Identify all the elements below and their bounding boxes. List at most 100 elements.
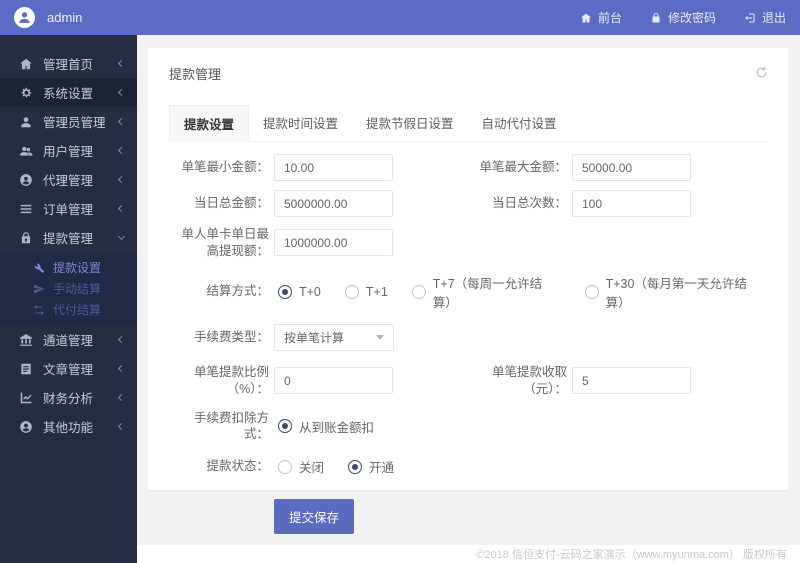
chevron-left-icon: [117, 59, 126, 68]
chevron-left-icon: [117, 422, 126, 431]
withdraw-submenu: 提款设置 手动结算 代付结算: [0, 252, 137, 325]
sidebar-item-label: 代理管理: [43, 174, 94, 188]
topbar-nav: 前台 修改密码 退出: [580, 9, 786, 26]
settlement-option-t1[interactable]: T+1: [344, 284, 388, 299]
tab-withdraw-holiday-settings[interactable]: 提款节假日设置: [352, 105, 468, 142]
chevron-left-icon: [117, 175, 126, 184]
front-site-link[interactable]: 前台: [580, 9, 622, 26]
sidebar-item-dashboard[interactable]: 管理首页: [0, 49, 137, 78]
submenu-item-payment-settlement[interactable]: 代付结算: [0, 299, 137, 320]
min-amount-input[interactable]: [274, 154, 393, 181]
other-user-icon: [19, 420, 33, 434]
orders-list-icon: [19, 202, 33, 216]
footer: ©2018 信恒支付-云码之家演示（www.myunma.com） 版权所有: [137, 545, 800, 563]
bank-icon: [19, 333, 33, 347]
card-daily-max-input[interactable]: [274, 229, 393, 257]
sidebar-item-label: 文章管理: [43, 363, 94, 377]
sidebar-item-other-functions[interactable]: 其他功能: [0, 412, 137, 441]
home-icon: [580, 13, 591, 22]
sidebar-item-channel-management[interactable]: 通道管理: [0, 325, 137, 354]
withdraw-management-card: 提款管理 提款设置 提款时间设置 提款节假日设置 自动代付设置 单笔最小金额： …: [148, 48, 788, 535]
submenu-item-manual-settlement[interactable]: 手动结算: [0, 278, 137, 299]
min-amount-label: 单笔最小金额：: [181, 160, 269, 175]
chevron-left-icon: [117, 364, 126, 373]
chevron-left-icon: [117, 117, 126, 126]
chevron-left-icon: [117, 146, 126, 155]
fee-fixed-label: 单笔提款收取（元）：: [491, 364, 567, 396]
radio-unchecked-icon: [411, 284, 426, 299]
tab-auto-payment-settings[interactable]: 自动代付设置: [468, 105, 571, 142]
user-avatar-icon: [14, 7, 35, 28]
sidebar-item-system-settings[interactable]: 系统设置: [0, 78, 137, 107]
logout-link[interactable]: 退出: [744, 9, 786, 26]
copyright-text: ©2018 信恒支付-云码之家演示（www.myunma.com） 版权所有: [476, 549, 787, 561]
daily-total-input[interactable]: [274, 190, 393, 217]
sidebar-item-withdraw-management[interactable]: 提款管理: [0, 223, 137, 252]
status-label: 提款状态：: [206, 459, 269, 474]
tab-withdraw-time-settings[interactable]: 提款时间设置: [249, 105, 352, 142]
fee-type-selected-value: 按单笔计算: [284, 330, 345, 345]
max-amount-input[interactable]: [572, 154, 691, 181]
sidebar-item-label: 提款管理: [43, 232, 94, 246]
chart-icon: [19, 391, 33, 405]
sidebar-item-label: 通道管理: [43, 334, 94, 348]
withdraw-settings-form: 单笔最小金额： 单笔最大金额： 当日总金额： 当日总次数：: [148, 142, 788, 535]
submenu-item-withdraw-settings[interactable]: 提款设置: [0, 257, 137, 278]
settings-tabs: 提款设置 提款时间设置 提款节假日设置 自动代付设置: [169, 105, 768, 142]
sidebar-item-admin-management[interactable]: 管理员管理: [0, 107, 137, 136]
caret-down-icon: [376, 334, 384, 340]
sidebar-item-user-management[interactable]: 用户管理: [0, 136, 137, 165]
sidebar: 管理首页 系统设置 管理员管理 用户管理 代理管理 订单管理 提款管理 提款设置…: [0, 35, 137, 563]
sidebar-item-label: 其他功能: [43, 421, 94, 435]
gears-icon: [19, 86, 33, 100]
user-menu[interactable]: admin: [14, 7, 82, 28]
settlement-option-t7[interactable]: T+7（每周一允许结算）: [411, 273, 561, 311]
daily-count-input[interactable]: [572, 190, 691, 217]
agent-icon: [19, 173, 33, 187]
lock-icon: [652, 12, 660, 22]
chevron-left-icon: [117, 393, 126, 402]
submenu-item-label: 代付结算: [53, 303, 102, 317]
page-title: 提款管理: [169, 67, 222, 82]
sidebar-item-agent-management[interactable]: 代理管理: [0, 165, 137, 194]
front-site-label: 前台: [597, 11, 622, 25]
chevron-left-icon: [117, 204, 126, 213]
card-daily-max-label: 单人单卡单日最高提现额：: [181, 227, 269, 258]
status-radio-group: 关闭 开通: [278, 457, 418, 476]
admin-user-icon: [19, 115, 33, 129]
radio-checked-icon: [348, 459, 363, 474]
home-icon: [19, 57, 33, 71]
sidebar-item-finance-analysis[interactable]: 财务分析: [0, 383, 137, 412]
status-option-closed[interactable]: 关闭: [278, 457, 324, 476]
chevron-down-icon: [117, 232, 126, 240]
sidebar-item-order-management[interactable]: 订单管理: [0, 194, 137, 223]
fee-type-label: 手续费类型：: [193, 329, 269, 344]
settlement-option-t0[interactable]: T+0: [278, 284, 321, 299]
users-icon: [19, 144, 33, 158]
sidebar-item-article-management[interactable]: 文章管理: [0, 354, 137, 383]
change-password-link[interactable]: 修改密码: [650, 9, 716, 26]
fee-percent-input[interactable]: [274, 367, 393, 395]
fee-deduct-label: 手续费扣除方式：: [193, 410, 269, 442]
withdraw-lock-icon: [19, 231, 33, 245]
send-icon: [33, 283, 45, 295]
radio-unchecked-icon: [278, 459, 292, 474]
max-amount-label: 单笔最大金额：: [479, 160, 567, 175]
tab-withdraw-settings[interactable]: 提款设置: [169, 105, 250, 142]
status-option-open[interactable]: 开通: [348, 457, 394, 476]
chevron-left-icon: [117, 335, 126, 344]
sidebar-item-label: 用户管理: [43, 145, 94, 159]
chevron-left-icon: [117, 88, 126, 97]
fee-fixed-input[interactable]: [572, 367, 691, 395]
radio-unchecked-icon: [584, 284, 599, 299]
submenu-item-label: 提款设置: [53, 261, 102, 275]
topbar: admin 前台 修改密码 退出: [0, 0, 800, 35]
radio-checked-icon: [278, 284, 292, 299]
fee-type-select[interactable]: 按单笔计算: [274, 323, 394, 351]
refresh-icon[interactable]: [755, 66, 768, 82]
wrench-icon: [33, 262, 45, 274]
radio-unchecked-icon: [344, 284, 359, 299]
settlement-radio-group: T+0 T+1 T+7（每周一允许结算） T+30（每月第一天允许结算）: [278, 273, 788, 311]
fee-deduct-option[interactable]: 从到账金额扣: [278, 417, 374, 436]
settlement-option-t30[interactable]: T+30（每月第一天允许结算）: [584, 273, 764, 311]
